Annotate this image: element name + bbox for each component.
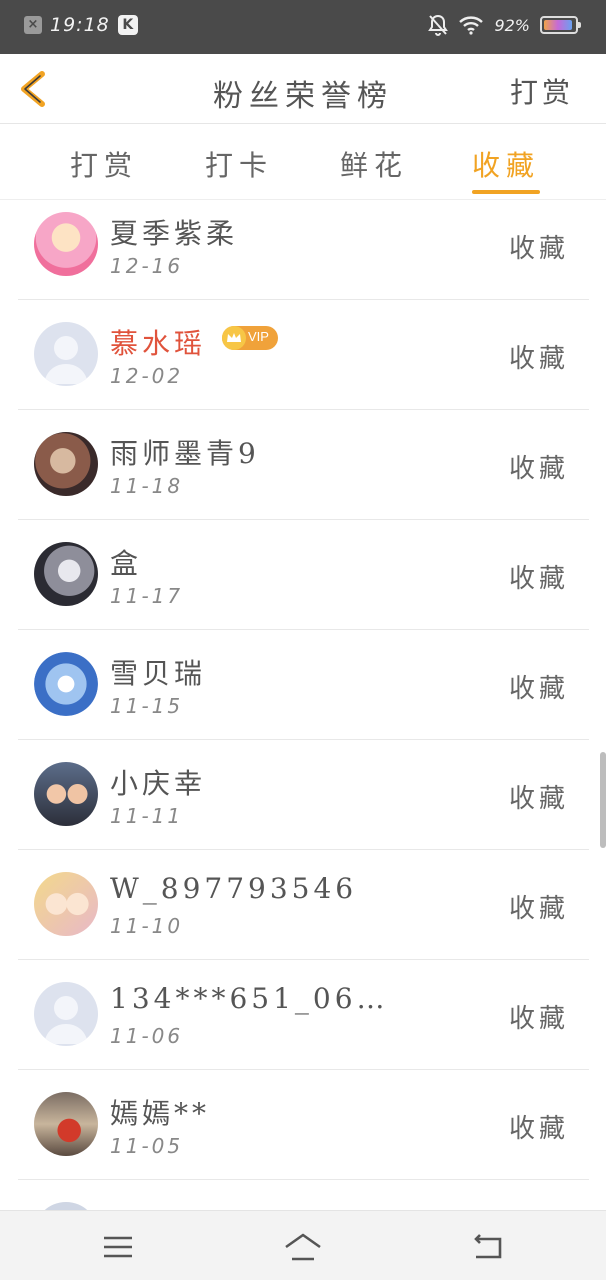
person-icon	[44, 996, 88, 1044]
battery-percent: 92%	[494, 15, 530, 35]
home-icon	[285, 1233, 321, 1261]
back-nav-button[interactable]	[468, 1229, 508, 1265]
avatar[interactable]	[34, 1202, 98, 1210]
person-icon	[44, 336, 88, 384]
user-name: 小庆幸	[110, 767, 207, 800]
avatar[interactable]	[34, 872, 98, 936]
tab-checkin[interactable]: 打卡	[205, 144, 273, 184]
crown-icon	[222, 326, 246, 350]
list-item[interactable]: 慕水瑶 VIP 12-02 收藏	[18, 300, 589, 410]
wifi-icon	[459, 16, 484, 35]
user-name: 夏季紫柔	[110, 217, 239, 250]
menu-icon	[104, 1236, 132, 1258]
favorite-date: 12-02	[110, 364, 184, 388]
tab-flowers[interactable]: 鲜花	[340, 144, 408, 184]
active-tab-indicator	[472, 190, 540, 194]
user-name: 雨师墨青9	[110, 437, 260, 470]
favorite-label: 收藏	[508, 1004, 569, 1034]
list-item[interactable]: 雪贝瑞 11-15 收藏	[18, 630, 589, 740]
favorite-date: 11-05	[110, 1134, 184, 1158]
notification-icon: ×	[24, 16, 42, 34]
favorite-label: 收藏	[508, 344, 569, 374]
tab-reward[interactable]: 打赏	[70, 144, 138, 184]
user-name: 134***651_06…	[110, 982, 389, 1015]
favorite-date: 11-11	[110, 804, 184, 828]
scrollbar[interactable]	[600, 752, 606, 848]
menu-button[interactable]	[98, 1229, 138, 1265]
vip-badge: VIP	[222, 326, 278, 350]
system-nav-bar	[0, 1210, 606, 1280]
avatar[interactable]	[34, 212, 98, 276]
user-name: 盒	[110, 547, 143, 580]
favorite-label: 收藏	[508, 784, 569, 814]
list-item[interactable]	[18, 1180, 589, 1210]
default-avatar[interactable]	[34, 322, 98, 386]
status-time: 19:18	[50, 14, 110, 36]
list-item[interactable]: 雨师墨青9 11-18 收藏	[18, 410, 589, 520]
tab-bar: 打赏 打卡 鲜花 收藏	[0, 124, 606, 200]
favorite-label: 收藏	[508, 454, 569, 484]
favorite-label: 收藏	[508, 564, 569, 594]
avatar[interactable]	[34, 652, 98, 716]
favorite-label: 收藏	[508, 674, 569, 704]
favorite-label: 收藏	[508, 894, 569, 924]
favorite-label: 收藏	[508, 234, 569, 264]
favorite-date: 11-18	[110, 474, 184, 498]
avatar[interactable]	[34, 432, 98, 496]
top-header: 粉丝荣誉榜 打赏	[0, 54, 606, 124]
list-item[interactable]: 盒 11-17 收藏	[18, 520, 589, 630]
avatar[interactable]	[34, 1092, 98, 1156]
battery-icon	[540, 16, 581, 34]
reward-button[interactable]: 打赏	[510, 71, 574, 111]
tab-favorites[interactable]: 收藏	[472, 144, 540, 184]
status-bar: × 19:18 K 92%	[0, 0, 606, 54]
list-item[interactable]: W_897793546 11-10 收藏	[18, 850, 589, 960]
favorite-date: 12-16	[110, 254, 184, 278]
return-icon	[474, 1234, 502, 1259]
list-item[interactable]: 夏季紫柔 12-16 收藏	[18, 200, 589, 300]
status-left: × 19:18 K	[24, 14, 138, 36]
user-name: W_897793546	[110, 872, 358, 905]
user-name: 雪贝瑞	[110, 657, 207, 690]
default-avatar[interactable]	[34, 982, 98, 1046]
favorite-date: 11-17	[110, 584, 184, 608]
list-item[interactable]: 小庆幸 11-11 收藏	[18, 740, 589, 850]
mute-bell-icon	[428, 14, 449, 36]
app-notification-icon: K	[117, 15, 138, 35]
status-right: 92%	[428, 14, 581, 36]
avatar[interactable]	[34, 542, 98, 606]
list-item[interactable]: 嫣嫣** 11-05 收藏	[18, 1070, 589, 1180]
favorite-label: 收藏	[508, 1114, 569, 1144]
user-name: 嫣嫣**	[110, 1097, 211, 1130]
fan-list: 夏季紫柔 12-16 收藏 慕水瑶 VIP 12-02 收藏 雨师墨青9 11-…	[0, 200, 606, 1210]
user-name: 慕水瑶	[110, 327, 207, 360]
favorite-date: 11-06	[110, 1024, 184, 1048]
vip-label: VIP	[248, 329, 269, 344]
avatar[interactable]	[34, 762, 98, 826]
list-item[interactable]: 134***651_06… 11-06 收藏	[18, 960, 589, 1070]
favorite-date: 11-10	[110, 914, 184, 938]
favorite-date: 11-15	[110, 694, 184, 718]
home-button[interactable]	[283, 1229, 323, 1265]
